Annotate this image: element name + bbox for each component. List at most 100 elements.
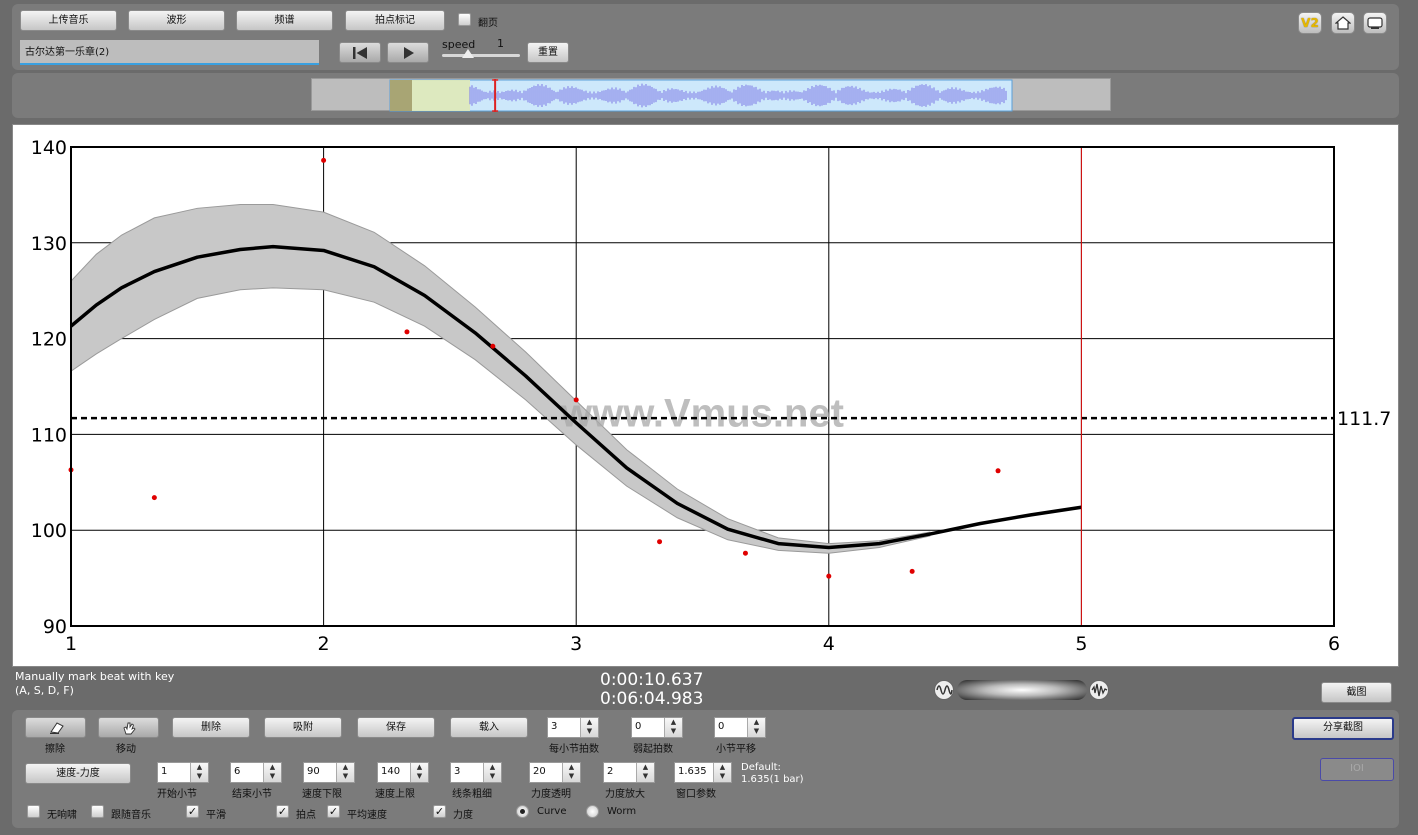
worm-radio[interactable] — [586, 805, 599, 818]
window-param-label: 窗口参数 — [676, 789, 716, 800]
pickup-beats-label: 弱起拍数 — [633, 744, 673, 755]
sine-wave-icon — [936, 685, 953, 695]
y-tick-label: 140 — [31, 137, 67, 159]
tempo-dynamics-button[interactable]: 速度-力度 — [25, 763, 131, 784]
home-icon[interactable] — [1331, 12, 1355, 34]
smooth-checkbox[interactable]: ✓ — [186, 805, 199, 818]
beat-point — [151, 495, 157, 501]
skip-start-icon — [353, 47, 367, 59]
y-tick-label: 120 — [31, 329, 67, 351]
v2-icon[interactable]: V2 — [1298, 12, 1322, 34]
dynamics-checkbox[interactable]: ✓ — [433, 805, 446, 818]
tempo-min-label: 速度下限 — [302, 789, 342, 800]
beat-point — [321, 157, 327, 163]
screenshot-button[interactable]: 截图 — [1321, 682, 1392, 703]
dynamics-opacity-stepper[interactable]: 20 ▲ ▼ — [529, 762, 581, 783]
waveform-toggle-left[interactable] — [934, 680, 954, 700]
screen-icon[interactable] — [1363, 12, 1387, 34]
bar-shift-label: 小节平移 — [716, 744, 756, 755]
skip-to-start-button[interactable] — [339, 42, 381, 63]
average-tempo-checkbox[interactable]: ✓ — [327, 805, 340, 818]
tempo-chart[interactable]: www.Vmus.net 111.7 90 100 110 120 130 140 1 2 3 4 5 6 — [13, 125, 1398, 666]
load-button[interactable]: 载入 — [450, 717, 528, 738]
beat-point — [995, 468, 1001, 474]
spectrum-button[interactable]: 频谱 — [236, 10, 333, 31]
y-tick-label: 110 — [31, 424, 67, 446]
x-tick-label: 6 — [1328, 633, 1340, 655]
beat-mark-button[interactable]: 拍点标记 — [345, 10, 445, 31]
line-width-stepper[interactable]: 3 ▲ ▼ — [450, 762, 502, 783]
y-tick-label: 130 — [31, 233, 67, 255]
beat-point — [490, 343, 496, 349]
speed-slider[interactable] — [442, 49, 520, 58]
x-tick-label: 1 — [65, 633, 77, 655]
eraser-icon — [49, 722, 64, 734]
average-tempo-label: 平均速度 — [347, 810, 387, 821]
speed-slider-thumb[interactable] — [462, 49, 474, 58]
worm-label: Worm — [607, 806, 637, 817]
hint-line-1: Manually mark beat with key — [15, 670, 175, 683]
no-hum-checkbox[interactable] — [27, 805, 40, 818]
delete-button[interactable]: 删除 — [172, 717, 250, 738]
upload-music-button[interactable]: 上传音乐 — [20, 10, 117, 31]
dynamics-scale-stepper[interactable]: 2 ▲ ▼ — [603, 762, 655, 783]
dynamics-opacity-label: 力度透明 — [531, 789, 571, 800]
follow-music-label: 跟随音乐 — [111, 810, 151, 821]
snap-button[interactable]: 吸附 — [264, 717, 342, 738]
waveform-toggle-right[interactable] — [1089, 680, 1109, 700]
total-time: 0:06:04.983 — [600, 689, 704, 709]
beat-point — [657, 539, 663, 545]
watermark: www.Vmus.net — [560, 392, 844, 436]
track-title: 古尔达第一乐章(2) — [25, 47, 110, 58]
beats-checkbox[interactable]: ✓ — [276, 805, 289, 818]
erase-button[interactable] — [25, 717, 86, 738]
current-time: 0:00:10.637 — [600, 670, 704, 690]
play-button[interactable] — [387, 42, 429, 63]
x-tick-label: 3 — [570, 633, 582, 655]
chart-area: www.Vmus.net 111.7 90 100 110 120 130 140 1 2 3 4 5 6 — [12, 124, 1399, 667]
curve-radio[interactable] — [516, 805, 529, 818]
reset-button[interactable]: 重置 — [527, 42, 569, 63]
x-tick-label: 2 — [318, 633, 330, 655]
ioi-button[interactable]: IOI — [1320, 758, 1394, 781]
beats-per-bar-stepper[interactable]: 3 ▲ ▼ — [547, 717, 599, 738]
tempo-max-label: 速度上限 — [375, 789, 415, 800]
move-label: 移动 — [116, 744, 136, 755]
y-tick-label: 100 — [31, 520, 67, 542]
follow-music-checkbox[interactable] — [91, 805, 104, 818]
tempo-max-stepper[interactable]: 140 ▲ ▼ — [377, 762, 429, 783]
save-button[interactable]: 保存 — [357, 717, 435, 738]
share-screenshot-button[interactable]: 分享截图 — [1292, 717, 1394, 740]
start-bar-label: 开始小节 — [157, 789, 197, 800]
volume-slider[interactable] — [957, 680, 1087, 700]
tempo-min-stepper[interactable]: 90 ▲ ▼ — [303, 762, 355, 783]
beats-label: 拍点 — [296, 810, 316, 821]
move-button[interactable] — [98, 717, 159, 738]
start-bar-stepper[interactable]: 1 ▲ ▼ — [157, 762, 209, 783]
dynamics-scale-label: 力度放大 — [605, 789, 645, 800]
waveform-button[interactable]: 波形 — [128, 10, 225, 31]
page-turn-checkbox[interactable] — [458, 13, 471, 26]
no-hum-label: 无响啸 — [47, 810, 77, 821]
beat-point — [826, 573, 832, 579]
hint-line-2: (A, S, D, F) — [15, 684, 74, 697]
audio-region — [389, 79, 1013, 112]
dynamics-label: 力度 — [453, 810, 473, 821]
erase-label: 擦除 — [45, 744, 65, 755]
smooth-label: 平滑 — [206, 810, 226, 821]
waveform-graphic — [389, 79, 1013, 112]
selection-start — [390, 80, 412, 111]
pickup-beats-stepper[interactable]: 0 ▲ ▼ — [631, 717, 683, 738]
page-turn-label: 翻页 — [478, 18, 498, 29]
end-bar-stepper[interactable]: 6 ▲ ▼ — [230, 762, 282, 783]
end-bar-label: 结束小节 — [232, 789, 272, 800]
curve-label: Curve — [537, 806, 567, 817]
bar-shift-stepper[interactable]: 0 ▲ ▼ — [714, 717, 766, 738]
hand-icon — [122, 722, 136, 735]
beat-point — [909, 568, 915, 574]
window-param-stepper[interactable]: 1.635 ▲ ▼ — [674, 762, 732, 783]
x-tick-label: 5 — [1075, 633, 1087, 655]
track-title-field[interactable]: 古尔达第一乐章(2) — [20, 40, 319, 65]
speed-value: 1 — [497, 37, 504, 50]
overview-waveform[interactable] — [311, 78, 1111, 112]
